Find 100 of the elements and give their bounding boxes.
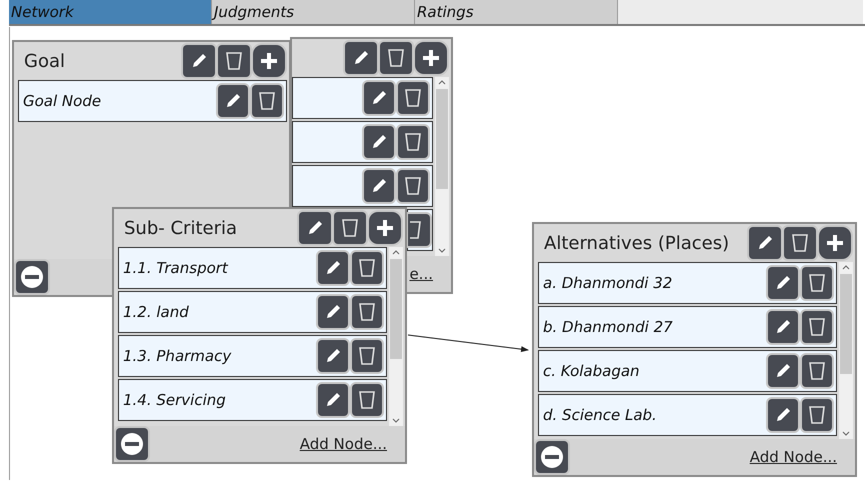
add-node-link[interactable]: Add Node... bbox=[300, 435, 387, 453]
node-name: 1.3. Pharmacy bbox=[123, 347, 232, 365]
node-row[interactable]: 1.3. Pharmacy bbox=[118, 335, 387, 377]
delete-button[interactable] bbox=[352, 340, 382, 372]
node-row[interactable]: 1.2. land bbox=[118, 291, 387, 333]
trash-icon bbox=[341, 218, 359, 238]
scrollbar[interactable] bbox=[389, 247, 403, 426]
edit-button[interactable] bbox=[364, 170, 394, 202]
trash-icon bbox=[791, 233, 809, 253]
add-button[interactable] bbox=[819, 227, 851, 259]
edit-button[interactable] bbox=[768, 399, 798, 431]
scroll-thumb[interactable] bbox=[390, 259, 402, 359]
pencil-icon bbox=[370, 133, 388, 151]
edit-button[interactable] bbox=[768, 311, 798, 343]
node-row[interactable]: b. Dhanmondi 27 bbox=[538, 306, 837, 348]
trash-icon bbox=[358, 346, 376, 366]
add-button[interactable] bbox=[369, 212, 401, 244]
node-row[interactable] bbox=[292, 121, 433, 163]
node-row[interactable]: Goal Node bbox=[18, 80, 287, 122]
scrollbar[interactable] bbox=[839, 262, 853, 439]
node-name: a. Dhanmondi 32 bbox=[543, 274, 672, 292]
node-name: d. Science Lab. bbox=[543, 406, 657, 424]
delete-button[interactable] bbox=[398, 170, 428, 202]
trash-icon bbox=[808, 361, 826, 381]
pencil-icon bbox=[306, 219, 324, 237]
trash-icon bbox=[358, 258, 376, 278]
node-row[interactable] bbox=[292, 77, 433, 119]
remove-button[interactable] bbox=[536, 441, 568, 473]
remove-button[interactable] bbox=[116, 428, 148, 460]
trash-icon bbox=[225, 51, 243, 71]
pencil-icon bbox=[774, 318, 792, 336]
minus-icon bbox=[540, 445, 564, 469]
delete-button[interactable] bbox=[784, 227, 816, 259]
delete-button[interactable] bbox=[352, 296, 382, 328]
delete-button[interactable] bbox=[352, 384, 382, 416]
trash-icon bbox=[404, 88, 422, 108]
tab[interactable]: Network bbox=[9, 0, 212, 24]
scroll-thumb[interactable] bbox=[840, 274, 852, 374]
scrollbar[interactable] bbox=[435, 77, 449, 256]
edit-button[interactable] bbox=[299, 212, 331, 244]
delete-button[interactable] bbox=[252, 85, 282, 117]
add-button[interactable] bbox=[253, 45, 285, 77]
node-row[interactable]: d. Science Lab. bbox=[538, 394, 837, 436]
delete-button[interactable] bbox=[398, 126, 428, 158]
node-row[interactable]: a. Dhanmondi 32 bbox=[538, 262, 837, 304]
node-row[interactable]: c. Kolabagan bbox=[538, 350, 837, 392]
add-node-link[interactable]: e... bbox=[409, 265, 433, 283]
edit-button[interactable] bbox=[318, 340, 348, 372]
pencil-icon bbox=[370, 177, 388, 195]
edit-button[interactable] bbox=[768, 355, 798, 387]
node-row[interactable] bbox=[407, 209, 433, 251]
trash-icon bbox=[358, 302, 376, 322]
edit-button[interactable] bbox=[183, 45, 215, 77]
node-name: b. Dhanmondi 27 bbox=[543, 318, 673, 336]
plus-icon bbox=[376, 219, 394, 237]
node-row[interactable]: 1.1. Transport bbox=[118, 247, 387, 289]
pencil-icon bbox=[774, 362, 792, 380]
edit-button[interactable] bbox=[218, 85, 248, 117]
plus-icon bbox=[422, 49, 440, 67]
pencil-icon bbox=[190, 52, 208, 70]
trash-icon bbox=[808, 405, 826, 425]
delete-button[interactable] bbox=[398, 82, 428, 114]
scroll-down-icon bbox=[392, 418, 400, 423]
pencil-icon bbox=[224, 92, 242, 110]
pencil-icon bbox=[756, 234, 774, 252]
scroll-up-icon bbox=[438, 80, 446, 85]
pencil-icon bbox=[324, 347, 342, 365]
delete-button[interactable] bbox=[408, 214, 430, 246]
delete-button[interactable] bbox=[802, 267, 832, 299]
trash-icon bbox=[404, 176, 422, 196]
trash-icon bbox=[808, 317, 826, 337]
node-row[interactable] bbox=[292, 165, 433, 207]
delete-button[interactable] bbox=[802, 355, 832, 387]
remove-button[interactable] bbox=[16, 261, 48, 293]
tab[interactable]: Judgments bbox=[212, 0, 415, 24]
pencil-icon bbox=[352, 49, 370, 67]
delete-button[interactable] bbox=[802, 311, 832, 343]
pencil-icon bbox=[324, 303, 342, 321]
add-node-link[interactable]: Add Node... bbox=[750, 448, 837, 466]
edit-button[interactable] bbox=[345, 42, 377, 74]
edit-button[interactable] bbox=[768, 267, 798, 299]
edit-button[interactable] bbox=[318, 384, 348, 416]
edit-button[interactable] bbox=[318, 296, 348, 328]
edit-button[interactable] bbox=[749, 227, 781, 259]
plus-icon bbox=[826, 234, 844, 252]
delete-button[interactable] bbox=[334, 212, 366, 244]
minus-icon bbox=[120, 432, 144, 456]
delete-button[interactable] bbox=[802, 399, 832, 431]
edit-button[interactable] bbox=[364, 126, 394, 158]
scroll-thumb[interactable] bbox=[436, 89, 448, 189]
tab[interactable]: Ratings bbox=[415, 0, 618, 24]
trash-icon bbox=[808, 273, 826, 293]
delete-button[interactable] bbox=[352, 252, 382, 284]
delete-button[interactable] bbox=[218, 45, 250, 77]
edit-button[interactable] bbox=[318, 252, 348, 284]
add-button[interactable] bbox=[415, 42, 447, 74]
node-row[interactable]: 1.4. Servicing bbox=[118, 379, 387, 421]
trash-icon bbox=[410, 220, 422, 240]
delete-button[interactable] bbox=[380, 42, 412, 74]
edit-button[interactable] bbox=[364, 82, 394, 114]
